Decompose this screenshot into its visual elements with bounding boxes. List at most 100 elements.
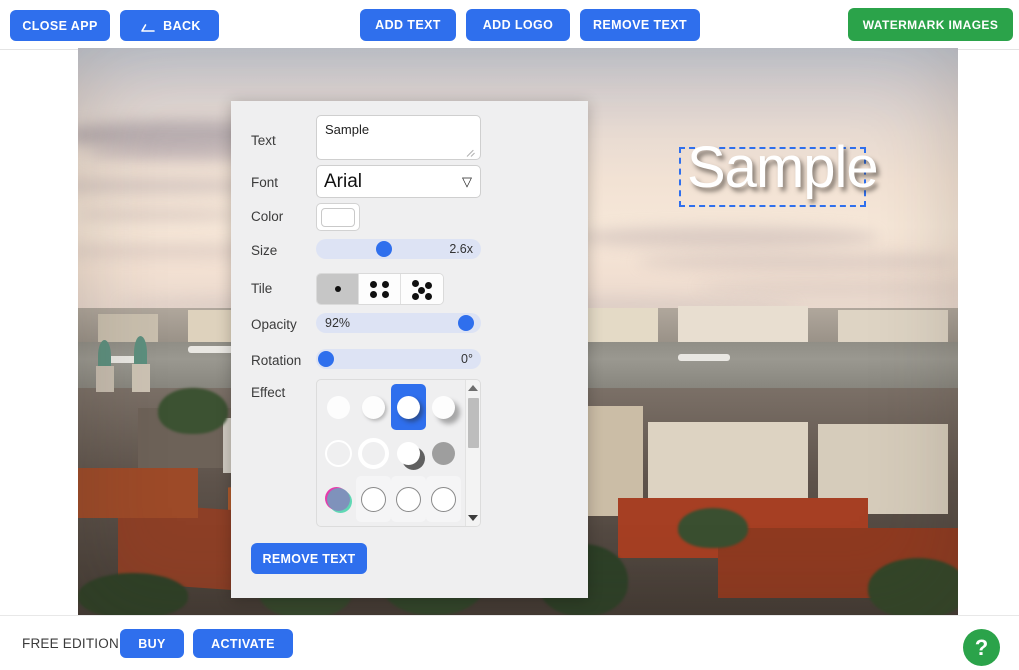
effect-preview-circle xyxy=(432,441,455,465)
activate-button[interactable]: ACTIVATE xyxy=(193,629,293,658)
buy-button[interactable]: BUY xyxy=(120,629,184,658)
activate-label: ACTIVATE xyxy=(211,636,275,651)
watermark-selection-box[interactable]: Sample xyxy=(679,139,879,207)
text-input[interactable] xyxy=(316,115,481,160)
add-logo-button[interactable]: ADD LOGO xyxy=(466,9,570,41)
tile-option-five[interactable] xyxy=(401,274,443,304)
church-tower xyxy=(132,364,150,392)
tile-option-group xyxy=(316,273,444,305)
scroll-up-icon[interactable] xyxy=(466,381,480,395)
effect-scrollbar[interactable] xyxy=(465,380,480,526)
font-select-value: Arial xyxy=(324,170,363,192)
effect-block-white[interactable] xyxy=(426,522,461,526)
effect-block-gray-3[interactable] xyxy=(391,522,426,526)
effect-block-gray-1[interactable] xyxy=(321,522,356,526)
chevron-down-icon: ▽ xyxy=(462,173,472,189)
size-slider-thumb[interactable] xyxy=(376,241,392,257)
back-label: BACK xyxy=(163,18,201,33)
help-button[interactable]: ? xyxy=(963,629,1000,666)
effect-gray-fill[interactable] xyxy=(426,430,461,476)
color-swatch xyxy=(321,207,355,227)
effect-plain[interactable] xyxy=(321,384,356,430)
close-app-button[interactable]: CLOSE APP xyxy=(10,10,110,41)
size-label: Size xyxy=(251,243,278,258)
effect-block-gray-2[interactable] xyxy=(356,522,391,526)
effect-soft-shadow[interactable] xyxy=(356,384,391,430)
effect-preview-circle xyxy=(358,437,389,469)
arrow-left-icon xyxy=(138,22,155,32)
boat xyxy=(188,346,236,353)
opacity-value: 92% xyxy=(325,316,351,330)
rotation-slider-thumb[interactable] xyxy=(318,351,334,367)
rotation-row: Rotation 0° xyxy=(231,349,588,369)
scrollbar-thumb[interactable] xyxy=(468,398,479,448)
opacity-row: Opacity 92% xyxy=(231,313,588,333)
remove-text-panel-button[interactable]: REMOVE TEXT xyxy=(251,543,367,574)
dot-icon xyxy=(418,287,425,294)
watermark-sample-text: Sample xyxy=(687,135,879,200)
app-window: CLOSE APP BACK ADD TEXT ADD LOGO REMOVE … xyxy=(0,0,1019,670)
cloud xyxy=(78,208,238,222)
opacity-slider-thumb[interactable] xyxy=(458,315,474,331)
cloud xyxy=(638,253,958,271)
text-row: Text xyxy=(231,115,588,163)
opacity-label: Opacity xyxy=(251,317,297,332)
effect-row: Effect xyxy=(231,379,588,527)
add-text-button[interactable]: ADD TEXT xyxy=(360,9,456,41)
dot-icon xyxy=(412,293,419,300)
watermark-images-button[interactable]: WATERMARK IMAGES xyxy=(848,8,1013,41)
size-row: Size 2.6x xyxy=(231,239,588,259)
color-row: Color xyxy=(231,203,588,231)
effect-thick-outline[interactable] xyxy=(356,430,391,476)
cloud xyxy=(578,226,878,248)
tile-option-single[interactable] xyxy=(317,274,359,304)
tile-option-four[interactable] xyxy=(359,274,401,304)
remove-text-toolbar-button[interactable]: REMOVE TEXT xyxy=(580,9,700,41)
effect-chromatic[interactable] xyxy=(321,476,356,522)
size-value: 2.6x xyxy=(449,242,473,256)
effect-thin-outline[interactable] xyxy=(321,430,356,476)
rotation-slider[interactable]: 0° xyxy=(316,349,481,369)
dot-icon xyxy=(382,291,389,298)
back-button[interactable]: BACK xyxy=(120,10,219,41)
scroll-down-icon[interactable] xyxy=(466,511,480,525)
effect-preview-circle xyxy=(327,487,350,511)
effect-hard-shadow[interactable] xyxy=(391,430,426,476)
building xyxy=(678,306,808,342)
effect-preview-circle xyxy=(397,441,420,465)
effect-preview-circle xyxy=(361,486,386,512)
effect-preview-circle xyxy=(397,395,420,419)
red-roof xyxy=(78,468,198,518)
tree xyxy=(868,558,958,615)
tree xyxy=(158,388,228,434)
opacity-slider[interactable]: 92% xyxy=(316,313,481,333)
color-picker-button[interactable] xyxy=(316,203,360,231)
effect-gray-outline-2[interactable] xyxy=(391,476,426,522)
effect-preview-circle xyxy=(325,439,352,467)
dot-icon xyxy=(335,286,341,292)
boat xyxy=(678,354,730,361)
remove-text-panel-label: REMOVE TEXT xyxy=(262,551,356,566)
church-tower xyxy=(96,366,114,392)
effect-preview-circle xyxy=(431,486,456,512)
dot-icon xyxy=(412,280,419,287)
effect-preview-circle xyxy=(432,395,455,419)
building xyxy=(838,310,948,342)
bottom-bar: FREE EDITION BUY ACTIVATE xyxy=(0,615,1019,670)
size-slider[interactable]: 2.6x xyxy=(316,239,481,259)
effect-drop-shadow[interactable] xyxy=(391,384,426,430)
effect-gray-outline-3[interactable] xyxy=(426,476,461,522)
tile-row: Tile xyxy=(231,273,588,305)
text-label: Text xyxy=(251,133,276,148)
tree xyxy=(678,508,748,548)
font-select[interactable]: Arial ▽ xyxy=(316,165,481,198)
edition-label: FREE EDITION xyxy=(22,636,119,651)
effect-gray-outline-1[interactable] xyxy=(356,476,391,522)
dot-icon xyxy=(370,281,377,288)
close-app-label: CLOSE APP xyxy=(22,18,98,33)
remove-text-toolbar-label: REMOVE TEXT xyxy=(593,18,687,32)
effect-long-shadow[interactable] xyxy=(426,384,461,430)
tile-label: Tile xyxy=(251,281,273,296)
add-text-label: ADD TEXT xyxy=(375,18,441,32)
buy-label: BUY xyxy=(138,636,166,651)
